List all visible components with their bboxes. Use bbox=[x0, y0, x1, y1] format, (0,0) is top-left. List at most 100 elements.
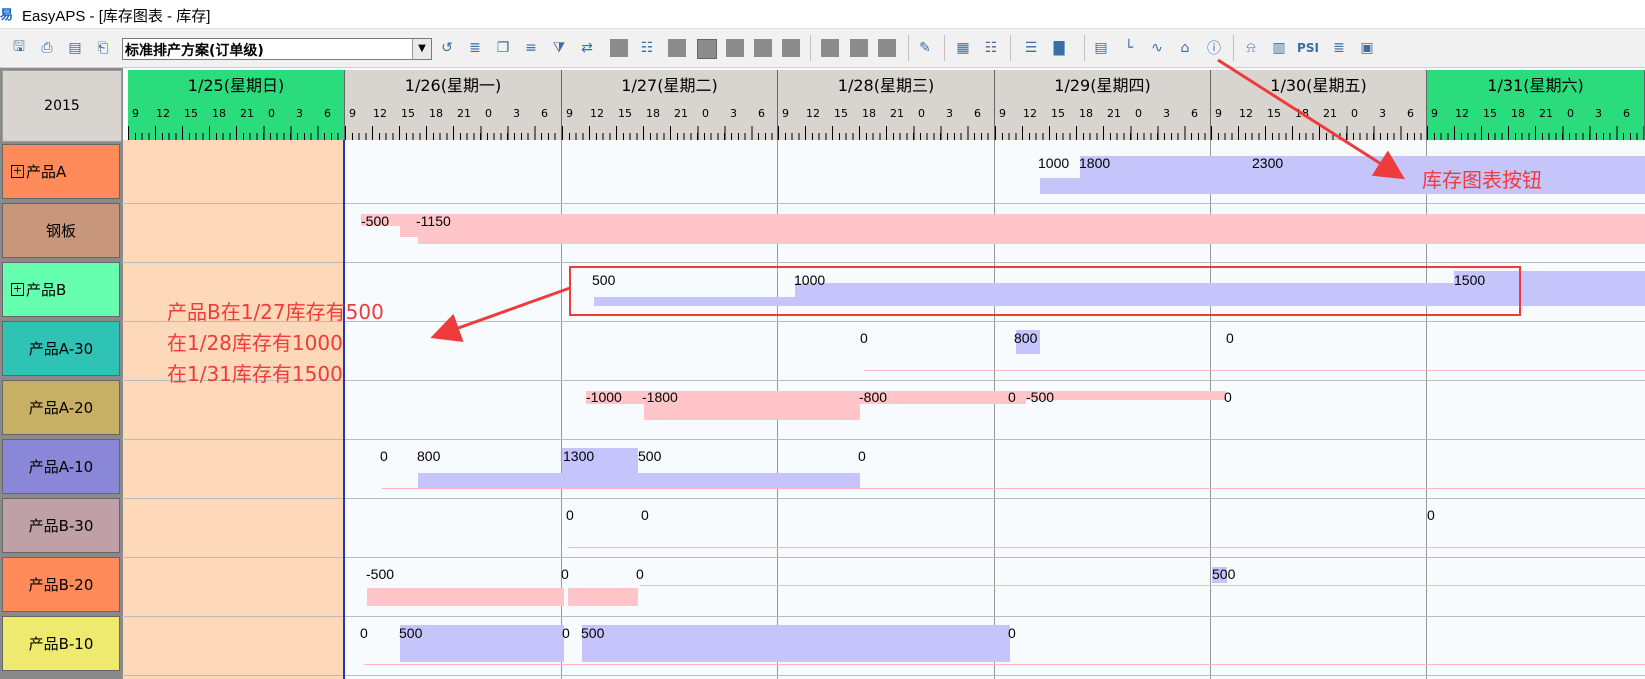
row-label-product-b-10[interactable]: 产品B-10 bbox=[2, 616, 120, 671]
inventory-bar[interactable] bbox=[418, 237, 1645, 244]
chart-grid-icon[interactable]: ▦ bbox=[952, 37, 974, 59]
expand-icon[interactable]: + bbox=[11, 165, 24, 178]
tree-icon[interactable]: ☷ bbox=[636, 37, 658, 59]
align-left-icon[interactable]: ☰ bbox=[1020, 37, 1042, 59]
inventory-bar[interactable] bbox=[361, 214, 1645, 226]
inventory-value: 0 bbox=[566, 507, 574, 523]
day-label: 1/25(星期日) bbox=[187, 76, 285, 95]
inventory-bar[interactable] bbox=[400, 226, 1645, 237]
inventory-value: 0 bbox=[562, 625, 570, 641]
inventory-value: -500 bbox=[366, 566, 395, 582]
expand-icon[interactable]: + bbox=[11, 283, 24, 296]
home-icon[interactable]: ⌂ bbox=[1174, 37, 1196, 59]
annotation-line: 在1/31库存有1500 bbox=[167, 362, 343, 386]
list-icon[interactable]: ≡ bbox=[520, 37, 542, 59]
psi-icon[interactable]: PSI bbox=[1296, 37, 1320, 59]
hour-label: 9 bbox=[1215, 107, 1222, 120]
hour-label: 15 bbox=[401, 107, 415, 120]
bar-chart-icon[interactable]: ▇ bbox=[1048, 37, 1070, 59]
row-label-product-a[interactable]: + 产品A bbox=[2, 144, 120, 199]
row-label-product-b-30[interactable]: 产品B-30 bbox=[2, 498, 120, 553]
disabled-tool-icon bbox=[668, 39, 686, 57]
copy-icon[interactable]: ❐ bbox=[492, 37, 514, 59]
settings-icon[interactable]: ≣ bbox=[464, 37, 486, 59]
filter-icon[interactable]: ⧩ bbox=[548, 37, 570, 59]
hour-label: 0 bbox=[485, 107, 492, 120]
form-icon[interactable]: ▥ bbox=[1268, 37, 1290, 59]
disabled-tool-icon bbox=[754, 39, 772, 57]
sort-icon[interactable]: ⇄ bbox=[576, 37, 598, 59]
row-label-product-a-10[interactable]: 产品A-10 bbox=[2, 439, 120, 494]
title-bar: 易 EasyAPS - [库存图表 - 库存] bbox=[0, 0, 1645, 28]
hour-label: 0 bbox=[268, 107, 275, 120]
inventory-value: 0 bbox=[1224, 389, 1232, 405]
day-header: 1/27(星期二) 9 12 15 18 21 0 3 6 bbox=[562, 70, 778, 140]
annotation-line: 产品B在1/27库存有500 bbox=[167, 300, 384, 324]
hour-label: 9 bbox=[566, 107, 573, 120]
hour-label: 21 bbox=[1539, 107, 1553, 120]
image-icon[interactable]: ▣ bbox=[1356, 37, 1378, 59]
zero-line bbox=[640, 585, 1645, 586]
inventory-bar[interactable] bbox=[1080, 156, 1645, 178]
inventory-bar[interactable] bbox=[644, 404, 860, 420]
zero-line bbox=[864, 370, 1645, 371]
hour-label: 0 bbox=[1135, 107, 1142, 120]
hour-label: 3 bbox=[730, 107, 737, 120]
row-label-product-a-30[interactable]: 产品A-30 bbox=[2, 321, 120, 376]
row-label-steel-plate[interactable]: 钢板 bbox=[2, 203, 120, 258]
inventory-bar[interactable] bbox=[400, 625, 564, 662]
hour-label: 18 bbox=[1511, 107, 1525, 120]
hour-label: 9 bbox=[349, 107, 356, 120]
row-divider bbox=[122, 439, 1645, 440]
hour-label: 9 bbox=[999, 107, 1006, 120]
print-preview-icon[interactable]: ▤ bbox=[64, 37, 86, 59]
hour-labels: 9 12 15 18 21 0 3 6 bbox=[132, 107, 344, 121]
inventory-bar[interactable] bbox=[418, 473, 860, 488]
row-label-product-b-20[interactable]: 产品B-20 bbox=[2, 557, 120, 612]
edit-icon[interactable]: ✎ bbox=[914, 37, 936, 59]
annotation-line: 在1/28库存有1000 bbox=[167, 331, 343, 355]
table-icon[interactable]: ▤ bbox=[1090, 37, 1112, 59]
annotation-highlight-box bbox=[569, 266, 1521, 316]
inventory-value: -1800 bbox=[642, 389, 678, 405]
hour-label: 9 bbox=[1431, 107, 1438, 120]
refresh-icon[interactable]: ↺ bbox=[436, 37, 458, 59]
chevron-down-icon[interactable]: ▼ bbox=[412, 39, 431, 59]
print-icon[interactable]: ⎙ bbox=[36, 37, 58, 59]
inventory-bar[interactable] bbox=[1026, 391, 1226, 400]
info-icon[interactable]: ⓘ bbox=[1203, 37, 1225, 59]
axis-chart-icon[interactable]: └ bbox=[1118, 37, 1140, 59]
inventory-bar[interactable] bbox=[582, 625, 1010, 662]
row-label-product-a-20[interactable]: 产品A-20 bbox=[2, 380, 120, 435]
hour-label: 3 bbox=[946, 107, 953, 120]
hour-label: 9 bbox=[782, 107, 789, 120]
grid-icon[interactable]: ☷ bbox=[980, 37, 1002, 59]
inventory-value: 2300 bbox=[1252, 155, 1284, 171]
hour-label: 18 bbox=[212, 107, 226, 120]
hour-label: 18 bbox=[429, 107, 443, 120]
row-divider bbox=[122, 203, 1645, 204]
inventory-bar[interactable] bbox=[568, 588, 638, 606]
hour-label: 3 bbox=[1595, 107, 1602, 120]
bell-icon[interactable]: ⍾ bbox=[1240, 37, 1262, 59]
hour-label: 15 bbox=[618, 107, 632, 120]
inventory-bar[interactable] bbox=[367, 588, 564, 606]
hour-label: 21 bbox=[457, 107, 471, 120]
day-label: 1/31(星期六) bbox=[1487, 76, 1584, 95]
plan-select[interactable]: 标准排产方案(订单级) ▼ bbox=[122, 38, 432, 60]
line-chart-icon[interactable]: ∿ bbox=[1146, 37, 1168, 59]
printer-icon[interactable]: ⎗ bbox=[92, 37, 114, 59]
day-header: 1/30(星期五) 9 12 15 18 21 0 3 6 bbox=[1211, 70, 1427, 140]
hour-label: 3 bbox=[1379, 107, 1386, 120]
inventory-bar[interactable] bbox=[1040, 178, 1645, 194]
toolbar-separator bbox=[1010, 35, 1011, 61]
inventory-value: 0 bbox=[1008, 625, 1016, 641]
report-icon[interactable]: ≣ bbox=[1328, 37, 1350, 59]
hour-label: 12 bbox=[1455, 107, 1469, 120]
time-major-ticks bbox=[995, 126, 1210, 140]
save-icon[interactable]: 🖫 bbox=[8, 37, 30, 59]
selected-tool-icon[interactable] bbox=[697, 39, 717, 59]
hour-label: 0 bbox=[1567, 107, 1574, 120]
row-label-product-b[interactable]: + 产品B bbox=[2, 262, 120, 317]
toolbar-separator bbox=[810, 35, 811, 61]
